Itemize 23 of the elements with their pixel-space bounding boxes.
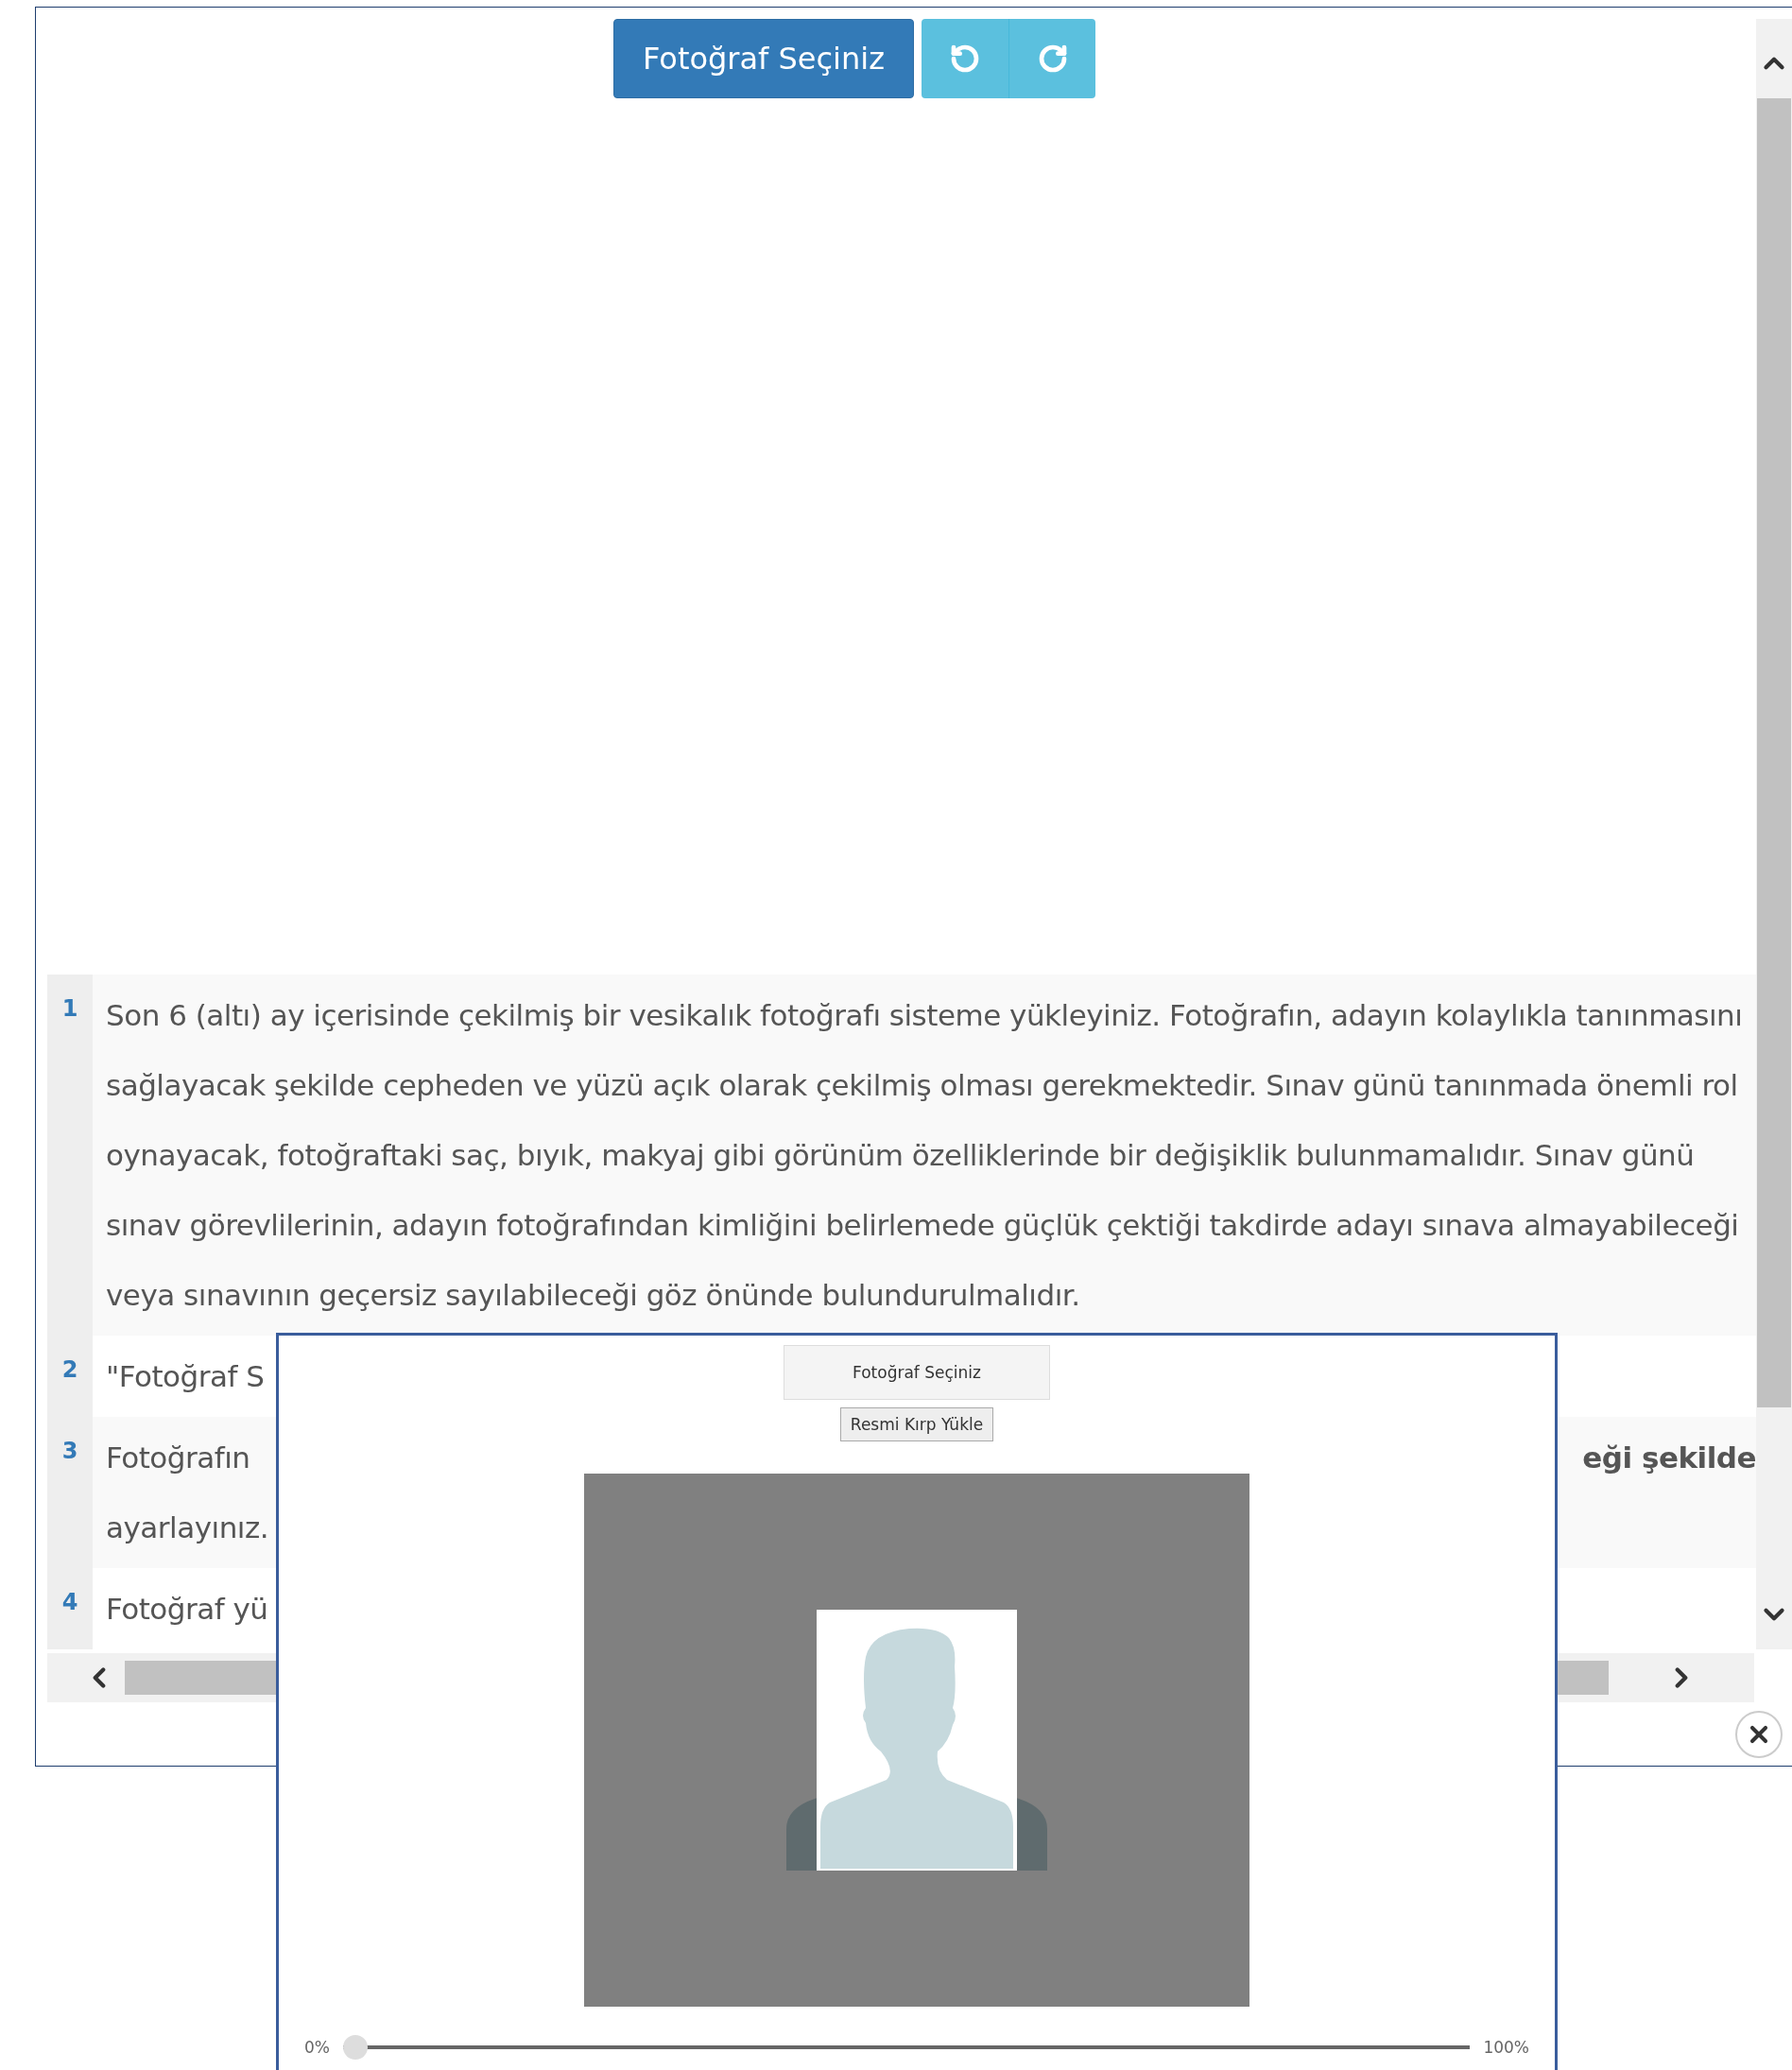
instruction-text: "Fotoğraf S: [106, 1358, 265, 1395]
rotate-left-icon: [950, 43, 980, 74]
slider-thumb[interactable]: [343, 2035, 368, 2060]
close-button[interactable]: [1735, 1710, 1783, 1758]
instruction-text: eği şekilde: [1582, 1440, 1756, 1476]
select-photo-button[interactable]: Fotoğraf Seçiniz: [613, 19, 914, 98]
vertical-scrollbar[interactable]: [1756, 19, 1792, 1649]
instruction-text: Fotoğrafın: [106, 1440, 250, 1476]
instruction-text: veya sınavının geçersiz sayılabileceği göz önünde bulundurulmalıdır.: [106, 1277, 1080, 1314]
rotate-right-button[interactable]: [1008, 19, 1095, 98]
instruction-text: ayarlayınız.: [106, 1509, 269, 1546]
zoom-max-label: 100%: [1483, 2038, 1529, 2057]
instruction-text: Fotoğraf yü: [106, 1591, 268, 1628]
instruction-text: Son 6 (altı) ay içerisinde çekilmiş bir vesikalık fotoğrafı sisteme yükleyiniz. Fotoğrafın, adayın kolaylıkla tanınmasını: [106, 997, 1743, 1034]
instruction-text: sınav görevlilerinin, adayın fotoğrafından kimliğini belirlemede güçlük çektiği takdirde adayı sınava almayabileceği: [106, 1207, 1739, 1244]
instruction-text: sağlayacak şekilde cepheden ve yüzü açık olarak çekilmiş olması gerekmektedir. Sınav günü tanınmada önemli rol: [106, 1067, 1738, 1104]
zoom-min-label: 0%: [304, 2038, 330, 2057]
select-photo-button[interactable]: Fotoğraf Seçiniz: [784, 1345, 1050, 1400]
rotate-left-button[interactable]: [922, 19, 1008, 98]
crop-upload-button[interactable]: Resmi Kırp Yükle: [839, 1407, 994, 1441]
rotate-right-icon: [1037, 43, 1068, 74]
instruction-text: oynayacak, fotoğraftaki saç, bıyık, makyaj gibi görünüm özelliklerinde bir değişiklik bulunmamalıdır. Sınav günü: [106, 1137, 1695, 1174]
scrollbar-thumb[interactable]: [1757, 98, 1791, 1407]
